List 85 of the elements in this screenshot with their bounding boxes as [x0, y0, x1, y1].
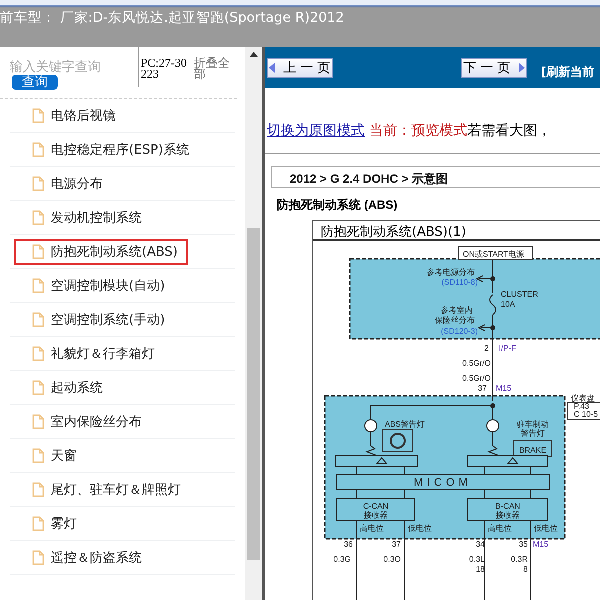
diagram-label: 0.3G [334, 555, 351, 564]
diagram-label: 驻车制动 [517, 420, 549, 429]
section-title: 防抱死制动系统 (ABS) [277, 197, 399, 214]
breadcrumb: 2012 > G 2.4 DOHC > 示意图 [271, 166, 600, 188]
diagram-label: (SD120-3) [441, 327, 478, 336]
tree-item[interactable]: 电控稳定程序(ESP)系统 [14, 137, 200, 163]
tree-item[interactable]: 遥控＆防盗系统 [14, 545, 152, 571]
tree-item[interactable]: 防抱死制动系统(ABS) [14, 239, 188, 265]
diagram-label: 参考电源分布 [427, 268, 475, 277]
diagram-label: C 10-5 [574, 410, 598, 419]
file-icon [32, 448, 45, 464]
diagram-label: 0.3O [384, 555, 401, 564]
tree-item[interactable]: 空调控制模块(自动) [14, 273, 176, 299]
diagram-label: 0.3L [469, 555, 485, 564]
diagram-label: 37 [392, 540, 401, 549]
tree-item[interactable]: 起动系统 [14, 375, 113, 401]
diagram-label: 参考室内 [441, 306, 473, 315]
file-icon [32, 482, 45, 498]
right-arrow-icon [518, 62, 525, 72]
current-mode-text: 当前：预览模式 [369, 123, 468, 139]
diagram-label: ABS警告灯 [385, 420, 426, 429]
file-icon [32, 278, 45, 294]
original-mode-link[interactable]: 切换为原图模式 [267, 123, 365, 139]
next-page-button[interactable]: 下 一 页 [461, 58, 527, 78]
tree-item[interactable]: 发动机控制系统 [14, 205, 152, 231]
diagram-label: 34 [476, 540, 485, 549]
scrollbar-thumb[interactable] [247, 228, 260, 560]
file-icon [32, 210, 45, 226]
diagram-label: 警告灯 [521, 429, 545, 438]
tree-item[interactable]: 尾灯、驻车灯＆牌照灯 [14, 477, 191, 503]
diagram-label: 0.5Gr/O [462, 359, 491, 368]
diagram-label: 接收器 [496, 511, 520, 520]
diagram-label: 接收器 [364, 511, 388, 520]
diagram-label: 37 [478, 384, 487, 393]
diagram-label: ON或START电源 [463, 250, 524, 259]
hint-text: 若需看大图， [467, 123, 552, 139]
file-icon [32, 380, 45, 396]
diagram-label: 高电位 [488, 524, 512, 533]
tree-item[interactable]: 雾灯 [14, 511, 87, 537]
diagram-label: C-CAN [363, 502, 389, 511]
previous-page-button[interactable]: 上 一 页 [267, 58, 333, 78]
diagram-label: 仪表盘 [571, 394, 595, 403]
search-button[interactable]: 查询 [12, 75, 58, 90]
diagram-label: I/P-F [499, 344, 516, 353]
diagram-title: 防抱死制动系统(ABS)(1) [313, 221, 600, 241]
diagram-label: 低电位 [408, 524, 432, 533]
file-icon [32, 108, 45, 124]
diagram-label: 2 [484, 344, 489, 353]
file-icon [32, 516, 45, 532]
diagram-label: 0.3R [511, 555, 528, 564]
collapse-all-button[interactable]: 折叠全部 [190, 47, 230, 80]
refresh-link[interactable]: [刷新当前 [541, 64, 594, 81]
tree-item[interactable]: 礼貌灯＆行李箱灯 [14, 341, 165, 367]
diagram-label: MICOM [414, 477, 472, 489]
diagram-label: 8 [524, 565, 528, 574]
file-icon [32, 346, 45, 362]
tree-item[interactable]: 电源分布 [14, 171, 113, 197]
diagram-label: P.43 [574, 402, 590, 411]
diagram-label: M15 [533, 540, 549, 549]
diagram-label: (SD110-8) [442, 278, 478, 287]
diagram-label: B-CAN [496, 502, 520, 511]
file-icon [32, 176, 45, 192]
file-icon [32, 550, 45, 566]
tree-item[interactable]: 天窗 [14, 443, 87, 469]
file-icon [32, 244, 45, 260]
diagram-label: 35 [519, 540, 528, 549]
diagram-label: 高电位 [360, 524, 384, 533]
diagram-label: 低电位 [534, 524, 558, 533]
file-icon [32, 414, 45, 430]
diagram-label: BRAKE [519, 446, 547, 455]
diagram-label: 10A [501, 300, 516, 309]
file-icon [32, 312, 45, 328]
file-icon [32, 142, 45, 158]
tree-item[interactable]: 电铬后视镜 [14, 103, 126, 129]
diagram-label: 保险丝分布 [435, 316, 475, 325]
part-code: PC:27-30223 [138, 47, 190, 87]
diagram-label: CLUSTER [501, 290, 538, 299]
diagram-label: 18 [476, 565, 485, 574]
diagram-label: 36 [344, 540, 353, 549]
diagram-label: M15 [496, 384, 512, 393]
car-model-title: 前车型： 厂家:D-东风悦达.起亚智跑(Sportage R)2012 [0, 9, 346, 27]
tree-item[interactable]: 室内保险丝分布 [14, 409, 152, 435]
left-arrow-icon [269, 62, 276, 72]
diagram-label: 0.5Gr/O [462, 374, 491, 383]
tree-item[interactable]: 空调控制系统(手动) [14, 307, 176, 333]
